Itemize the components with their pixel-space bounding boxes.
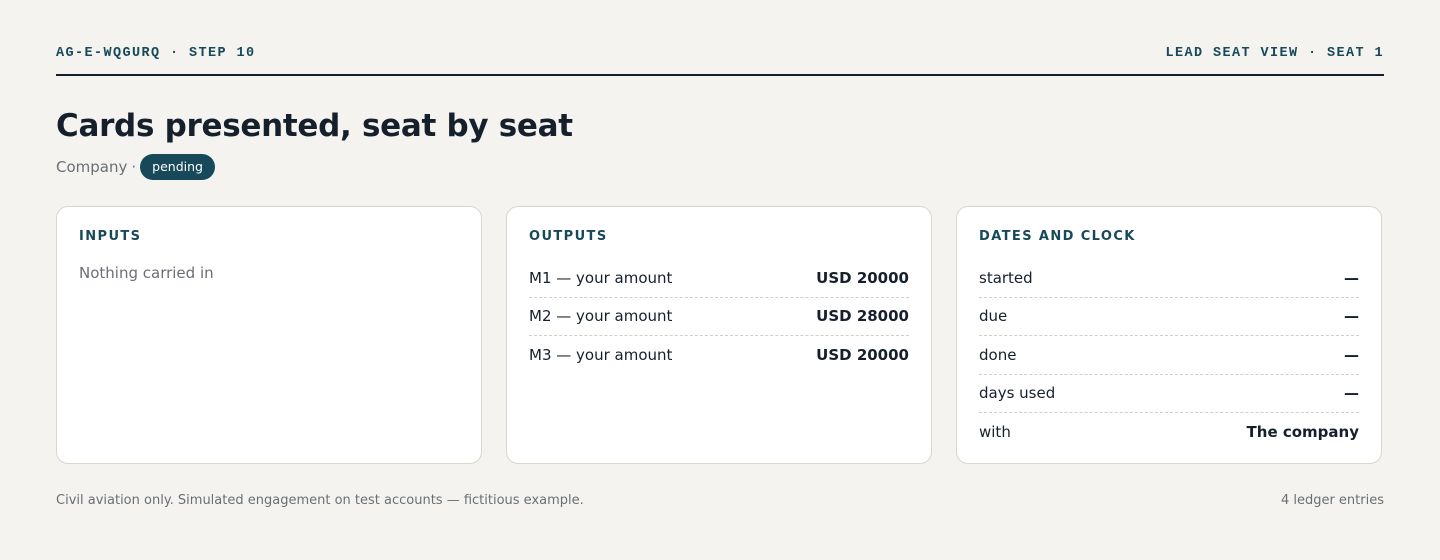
ledger-count: 4 ledger entries	[1280, 493, 1384, 508]
list-item: due —	[979, 298, 1359, 336]
dates-list: started — due — done — days used — with …	[979, 259, 1359, 451]
row-value: —	[1344, 268, 1359, 287]
row-label: with	[979, 422, 1011, 441]
page-title: Cards presented, seat by seat	[56, 108, 573, 144]
list-item: days used —	[979, 375, 1359, 413]
row-label: days used	[979, 384, 1056, 403]
list-item: M3 — your amount USD 20000	[529, 336, 909, 374]
inputs-empty-note: Nothing carried in	[79, 264, 214, 282]
step-indicator: AG-E-WQGURQ · STEP 10	[56, 46, 256, 61]
row-value: —	[1344, 384, 1359, 403]
outputs-card: OUTPUTS M1 — your amount USD 20000 M2 — …	[506, 206, 932, 464]
row-label: M2 — your amount	[529, 307, 673, 326]
row-label: due	[979, 307, 1008, 326]
inputs-card: INPUTS Nothing carried in	[56, 206, 482, 464]
row-value: —	[1344, 345, 1359, 364]
row-value: USD 20000	[816, 268, 909, 287]
subtitle-line: Company · pending	[56, 154, 215, 180]
status-badge: pending	[140, 154, 215, 180]
list-item: M1 — your amount USD 20000	[529, 259, 909, 298]
outputs-heading: OUTPUTS	[529, 229, 608, 244]
seat-view-label: LEAD SEAT VIEW · SEAT 1	[1165, 46, 1384, 61]
dates-card: DATES AND CLOCK started — due — done — d…	[956, 206, 1382, 464]
separator: ·	[131, 158, 137, 176]
party-label: Company	[56, 158, 128, 176]
row-label: M3 — your amount	[529, 345, 673, 364]
outputs-list: M1 — your amount USD 20000 M2 — your amo…	[529, 259, 909, 374]
inputs-heading: INPUTS	[79, 229, 142, 244]
footer-disclaimer: Civil aviation only. Simulated engagemen…	[56, 493, 584, 508]
row-label: M1 — your amount	[529, 268, 673, 287]
list-item: with The company	[979, 413, 1359, 451]
list-item: done —	[979, 336, 1359, 375]
list-item: M2 — your amount USD 28000	[529, 298, 909, 336]
dates-heading: DATES AND CLOCK	[979, 229, 1136, 244]
row-label: done	[979, 345, 1017, 364]
row-value: USD 20000	[816, 345, 909, 364]
top-bar: AG-E-WQGURQ · STEP 10 LEAD SEAT VIEW · S…	[56, 44, 1384, 76]
row-value: USD 28000	[816, 307, 909, 326]
row-label: started	[979, 268, 1033, 287]
row-value: —	[1344, 307, 1359, 326]
row-value: The company	[1246, 422, 1359, 441]
list-item: started —	[979, 259, 1359, 298]
